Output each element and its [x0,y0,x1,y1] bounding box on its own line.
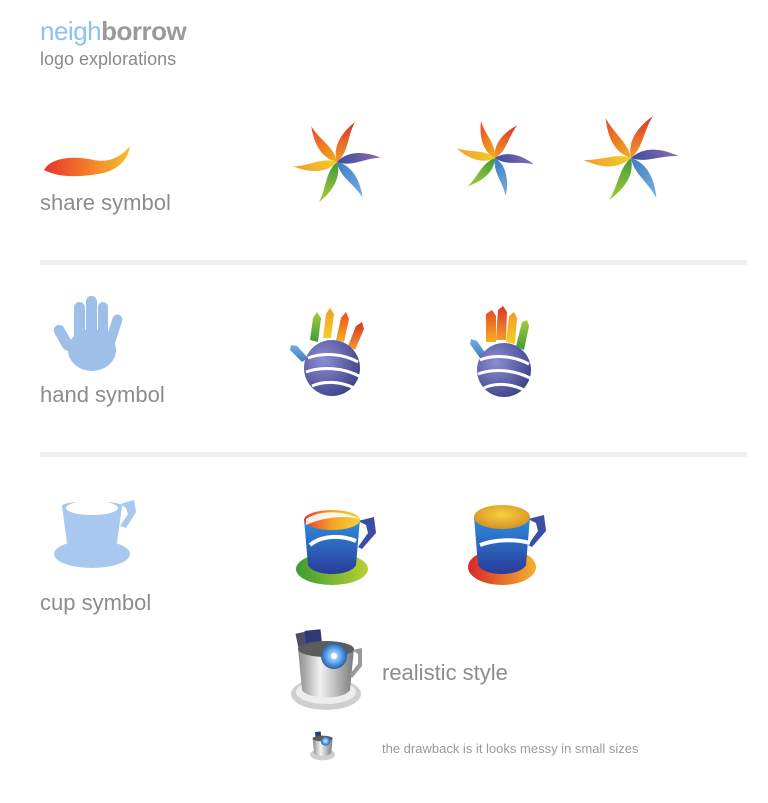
page-subtitle: logo explorations [40,49,177,69]
pinwheel-icon [456,121,534,196]
pinwheel-icon [583,116,679,200]
hand-globe-icon [470,306,531,397]
page-title: neighborrow [40,16,187,46]
share-symbol-label: share symbol [40,190,171,215]
hand-globe-icon [290,308,364,396]
hand-symbol-label: hand symbol [40,382,165,407]
flame-icon [44,146,130,177]
title-part-neigh: neigh [40,16,102,46]
cup-icon [54,500,136,568]
hand-icon [53,296,123,371]
cup-symbol-label: cup symbol [40,590,152,615]
realistic-style-label: realistic style [382,660,508,685]
realistic-cup-small-icon [310,731,336,761]
realistic-cup-icon [291,629,362,710]
title-part-borrow: borrow [101,16,187,46]
section-divider [40,260,747,265]
colorful-cup-icon [468,505,546,585]
colorful-cup-icon [296,510,376,585]
section-divider [40,452,747,457]
small-size-note: the drawback is it looks messy in small … [382,741,639,756]
pinwheel-icon [293,122,381,202]
